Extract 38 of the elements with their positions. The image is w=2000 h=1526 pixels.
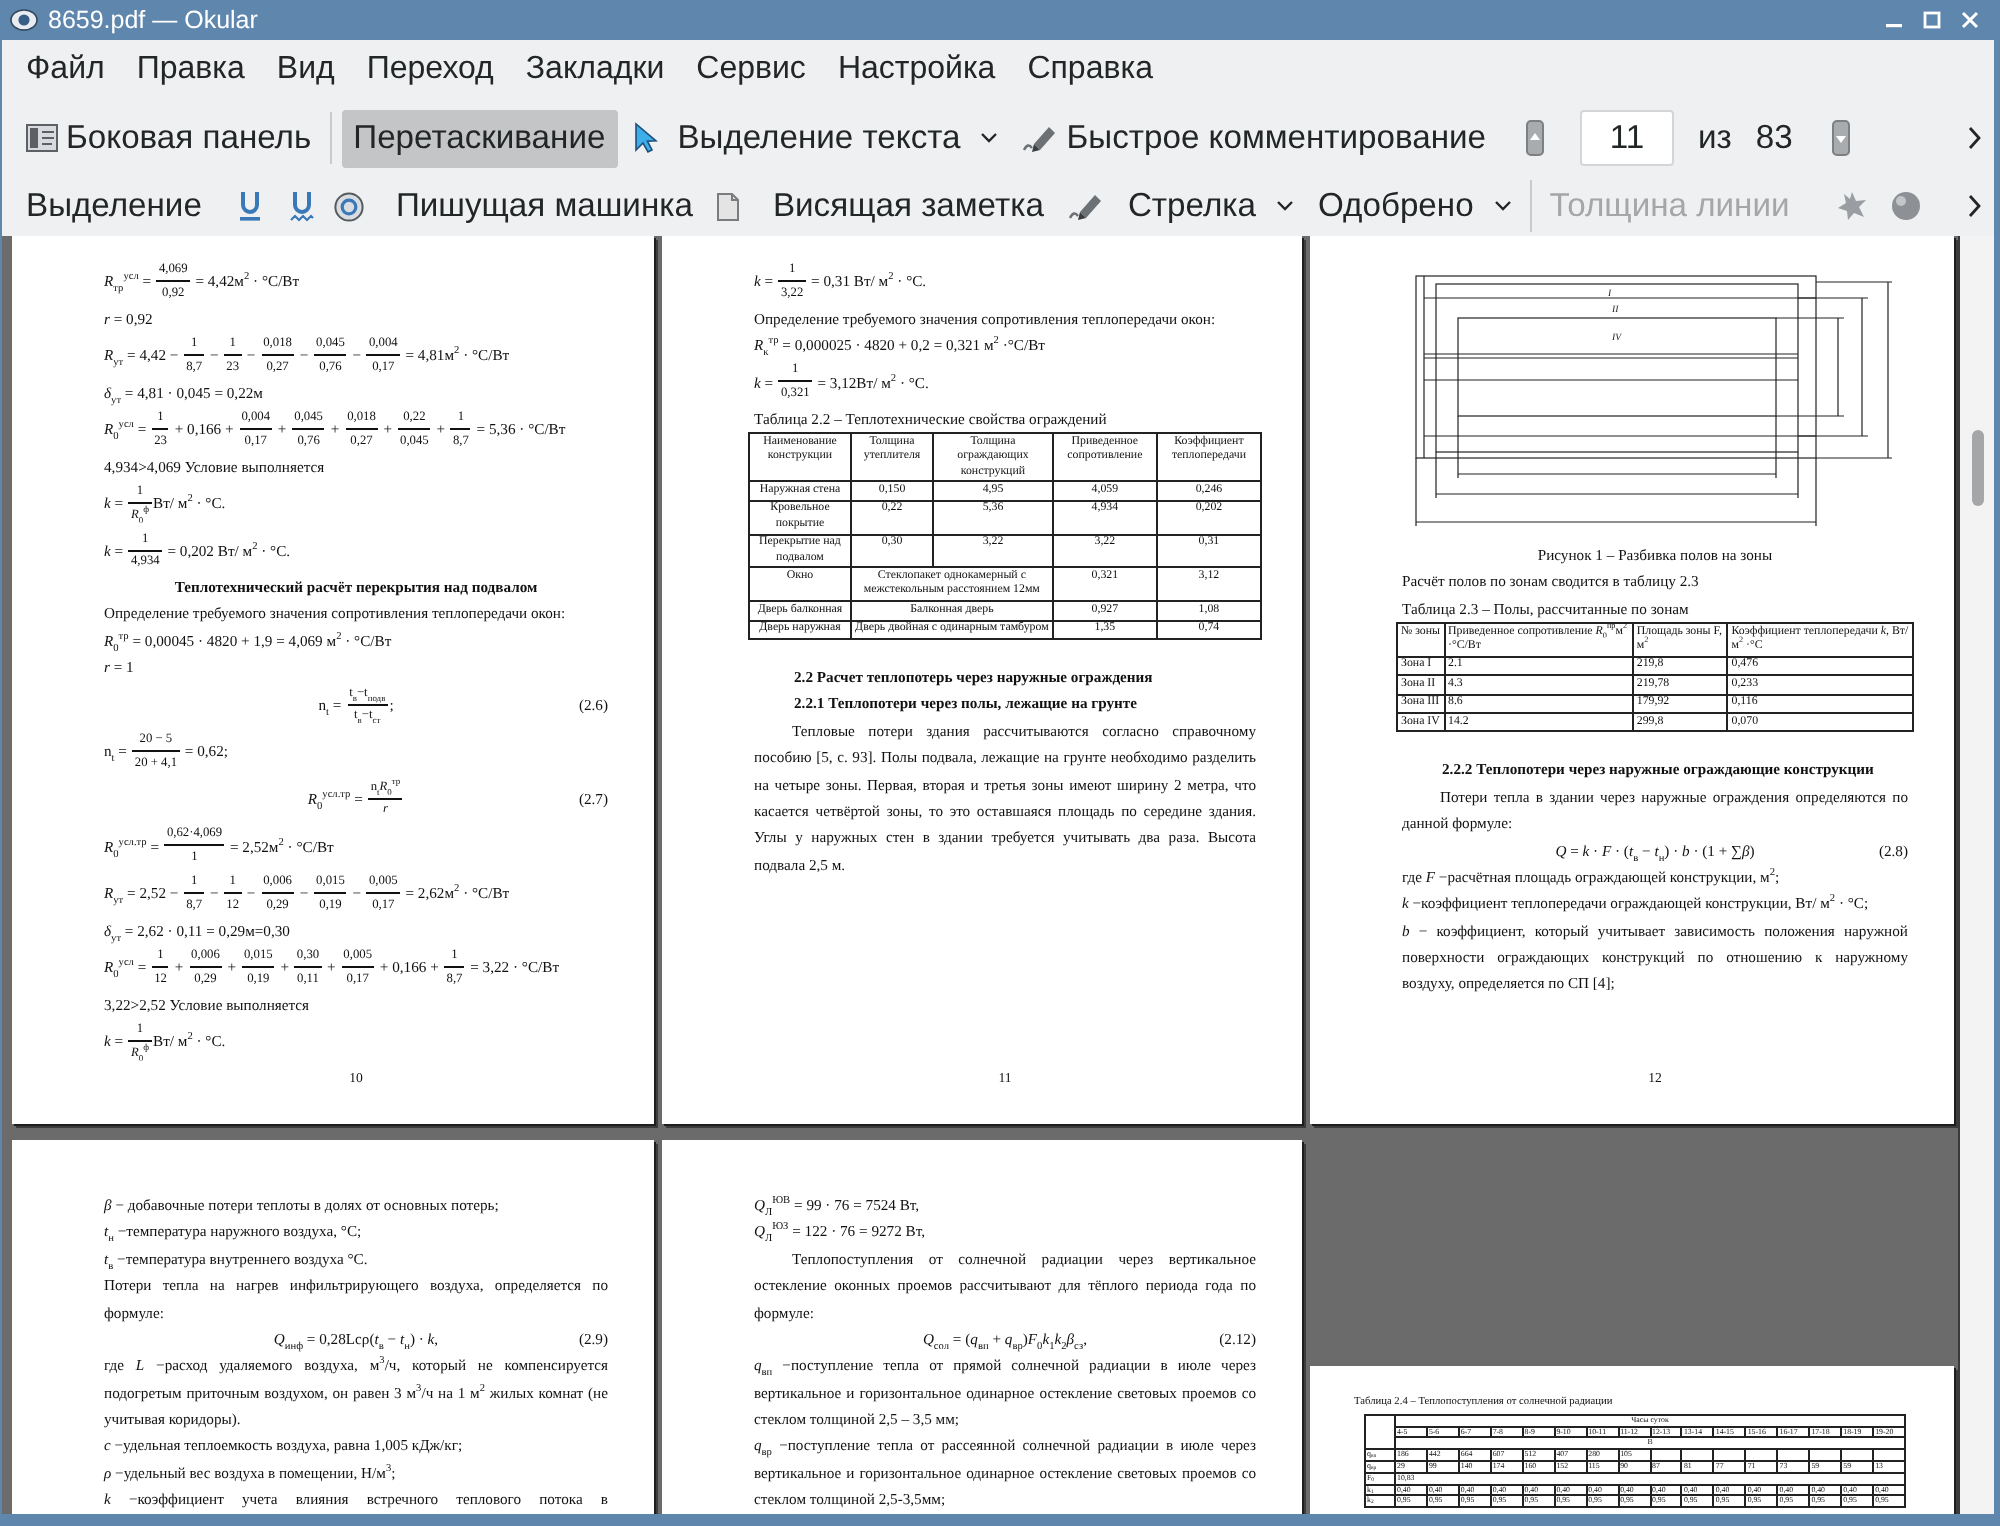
eye-icon xyxy=(10,6,38,34)
toolbar-button[interactable]: Выделение текста xyxy=(625,109,1007,167)
cursor-icon xyxy=(633,122,658,154)
page-of-label: из xyxy=(1696,118,1734,158)
menu-item[interactable]: Правка xyxy=(120,48,261,92)
underline-icon[interactable] xyxy=(237,190,262,222)
page-count: 83 xyxy=(1753,118,1795,158)
pen-icon xyxy=(1022,122,1059,154)
circle-icon[interactable] xyxy=(333,191,364,221)
toolbar-button[interactable]: Выделение xyxy=(18,177,210,235)
scrollbar[interactable] xyxy=(1958,236,1994,1514)
sidebar-icon xyxy=(26,124,58,152)
page-number-field[interactable]: 11 xyxy=(1580,110,1675,166)
menu-item[interactable]: Справка xyxy=(1011,48,1169,92)
pen-icon xyxy=(1067,190,1104,222)
ball-icon[interactable] xyxy=(1889,190,1922,222)
window-title: 8659.pdf — Okular xyxy=(48,6,260,34)
toolbar-button[interactable]: Боковая панель xyxy=(18,109,320,167)
toolbar-button[interactable]: Стрелка xyxy=(1059,177,1302,235)
maximize-icon[interactable] xyxy=(1922,10,1942,30)
chevron-right-icon[interactable] xyxy=(1966,194,1982,218)
toolbar-button[interactable]: Перетаскивание xyxy=(341,109,618,167)
toolbar-button[interactable]: Висящая заметка xyxy=(708,177,1052,235)
chevron-right-icon[interactable] xyxy=(1966,126,1982,150)
menu-item[interactable]: Сервис xyxy=(680,48,822,92)
scrollbar-thumb[interactable] xyxy=(1971,430,1983,506)
close-icon[interactable] xyxy=(1960,10,1980,30)
menu-item[interactable]: Настройка xyxy=(821,48,1012,92)
toolbar-button[interactable]: Быстрое комментирование xyxy=(1014,109,1495,167)
menu-item[interactable]: Файл xyxy=(10,48,121,92)
star-icon[interactable] xyxy=(1833,190,1870,222)
squiggly-underline-icon[interactable] xyxy=(289,190,314,222)
menu-item[interactable]: Переход xyxy=(350,48,510,92)
menu-item[interactable]: Закладки xyxy=(509,48,681,92)
menu-item[interactable]: Вид xyxy=(260,48,351,92)
toolbar-button[interactable]: Одобрено xyxy=(1309,177,1520,235)
toolbar-button[interactable]: Пишущая машинка xyxy=(387,177,701,235)
note-icon xyxy=(716,191,741,221)
